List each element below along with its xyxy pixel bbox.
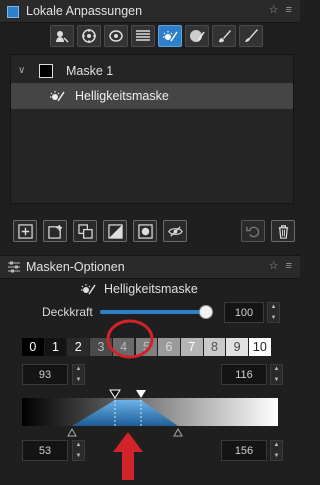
range-low-stepper[interactable]: ▲ ▼ xyxy=(72,364,85,385)
brush-tool-icon[interactable] xyxy=(212,25,236,47)
layer-tool-icon[interactable] xyxy=(50,25,74,47)
sliders-icon xyxy=(7,260,21,279)
opacity-value-field[interactable]: 100 xyxy=(224,302,264,323)
zone-8[interactable]: 8 xyxy=(203,338,226,356)
zone-9[interactable]: 9 xyxy=(226,338,248,356)
stepper-down-icon[interactable]: ▼ xyxy=(271,314,277,322)
annotation-arrow xyxy=(113,432,143,480)
add-filled-mask-button[interactable] xyxy=(43,220,67,242)
range-high-stepper[interactable]: ▲ ▼ xyxy=(270,364,283,385)
luma-mask-tool-icon[interactable] xyxy=(158,25,182,47)
range-high-field[interactable]: 116 xyxy=(221,364,267,385)
stepper-up-icon[interactable]: ▲ xyxy=(274,365,280,373)
chevron-down-icon[interactable]: ∨ xyxy=(18,65,25,76)
stepper-down-icon[interactable]: ▼ xyxy=(274,376,280,384)
undo-button[interactable] xyxy=(241,220,265,242)
zone-7[interactable]: 7 xyxy=(180,338,203,356)
show-mask-button[interactable] xyxy=(163,220,187,242)
eraser-tool-icon[interactable] xyxy=(185,25,209,47)
mask-options-controls[interactable]: ☆ ≡ xyxy=(269,259,294,272)
luma-range-graph[interactable] xyxy=(18,386,282,438)
mask-list: ∨ Maske 1 Helligkeitsmaske xyxy=(10,54,294,204)
range-high-handle[interactable] xyxy=(136,390,146,398)
mask-list-item-selected[interactable]: Helligkeitsmaske xyxy=(11,83,293,109)
radial-tool-icon[interactable] xyxy=(77,25,101,47)
panel-controls[interactable]: ☆ ≡ xyxy=(269,3,294,16)
zone-0[interactable]: 0 xyxy=(22,338,44,356)
stepper-up-icon[interactable]: ▲ xyxy=(274,441,280,449)
falloff-high-field[interactable]: 156 xyxy=(221,440,267,461)
opacity-slider-track[interactable] xyxy=(100,310,210,314)
stepper-down-icon[interactable]: ▼ xyxy=(76,452,82,460)
mask-sublayer-name: Helligkeitsmaske xyxy=(75,89,169,103)
stepper-down-icon[interactable]: ▼ xyxy=(76,376,82,384)
invert-mask-button[interactable] xyxy=(103,220,127,242)
delete-mask-button[interactable] xyxy=(271,220,295,242)
mask-list-item[interactable]: ∨ Maske 1 xyxy=(11,59,293,85)
fill-mask-button[interactable] xyxy=(133,220,157,242)
zone-2[interactable]: 2 xyxy=(67,338,90,356)
zone-10[interactable]: 10 xyxy=(249,338,271,356)
zone-6[interactable]: 6 xyxy=(158,338,180,356)
lens-tool-icon[interactable] xyxy=(104,25,128,47)
range-low-handle[interactable] xyxy=(109,389,121,399)
range-low-field[interactable]: 93 xyxy=(22,364,68,385)
mask-options-title: Masken-Optionen xyxy=(26,260,125,274)
duplicate-mask-button[interactable] xyxy=(73,220,97,242)
opacity-stepper[interactable]: ▲ ▼ xyxy=(267,302,280,323)
stepper-up-icon[interactable]: ▲ xyxy=(76,441,82,449)
falloff-low-field[interactable]: 53 xyxy=(22,440,68,461)
mask-options-header: Masken-Optionen ☆ ≡ xyxy=(0,255,300,279)
falloff-high-handle[interactable] xyxy=(173,427,183,437)
panel-collapse-icon[interactable] xyxy=(7,6,19,18)
opacity-label: Deckkraft xyxy=(42,305,93,319)
mask-type-label: Helligkeitsmaske xyxy=(104,282,198,296)
opacity-slider-fill xyxy=(100,310,205,314)
mask-name: Maske 1 xyxy=(66,64,114,78)
luma-mask-icon xyxy=(49,88,65,109)
falloff-high-stepper[interactable]: ▲ ▼ xyxy=(270,440,283,461)
annotation-circle xyxy=(106,319,154,359)
local-adjustments-header: Lokale Anpassungen ☆ ≡ xyxy=(0,0,300,23)
gradient-lines-tool-icon[interactable] xyxy=(131,25,155,47)
stepper-down-icon[interactable]: ▼ xyxy=(274,452,280,460)
zone-1[interactable]: 1 xyxy=(44,338,67,356)
luma-mask-type-icon xyxy=(80,281,96,302)
stepper-up-icon[interactable]: ▲ xyxy=(271,303,277,311)
falloff-low-handle[interactable] xyxy=(67,427,77,437)
opacity-slider-thumb[interactable] xyxy=(198,305,213,319)
stepper-up-icon[interactable]: ▲ xyxy=(76,365,82,373)
add-mask-button[interactable] xyxy=(13,220,37,242)
falloff-low-stepper[interactable]: ▲ ▼ xyxy=(72,440,85,461)
mask-color-swatch[interactable] xyxy=(39,64,53,78)
panel-title: Lokale Anpassungen xyxy=(26,4,143,18)
draw-tool-icon[interactable] xyxy=(239,25,263,47)
